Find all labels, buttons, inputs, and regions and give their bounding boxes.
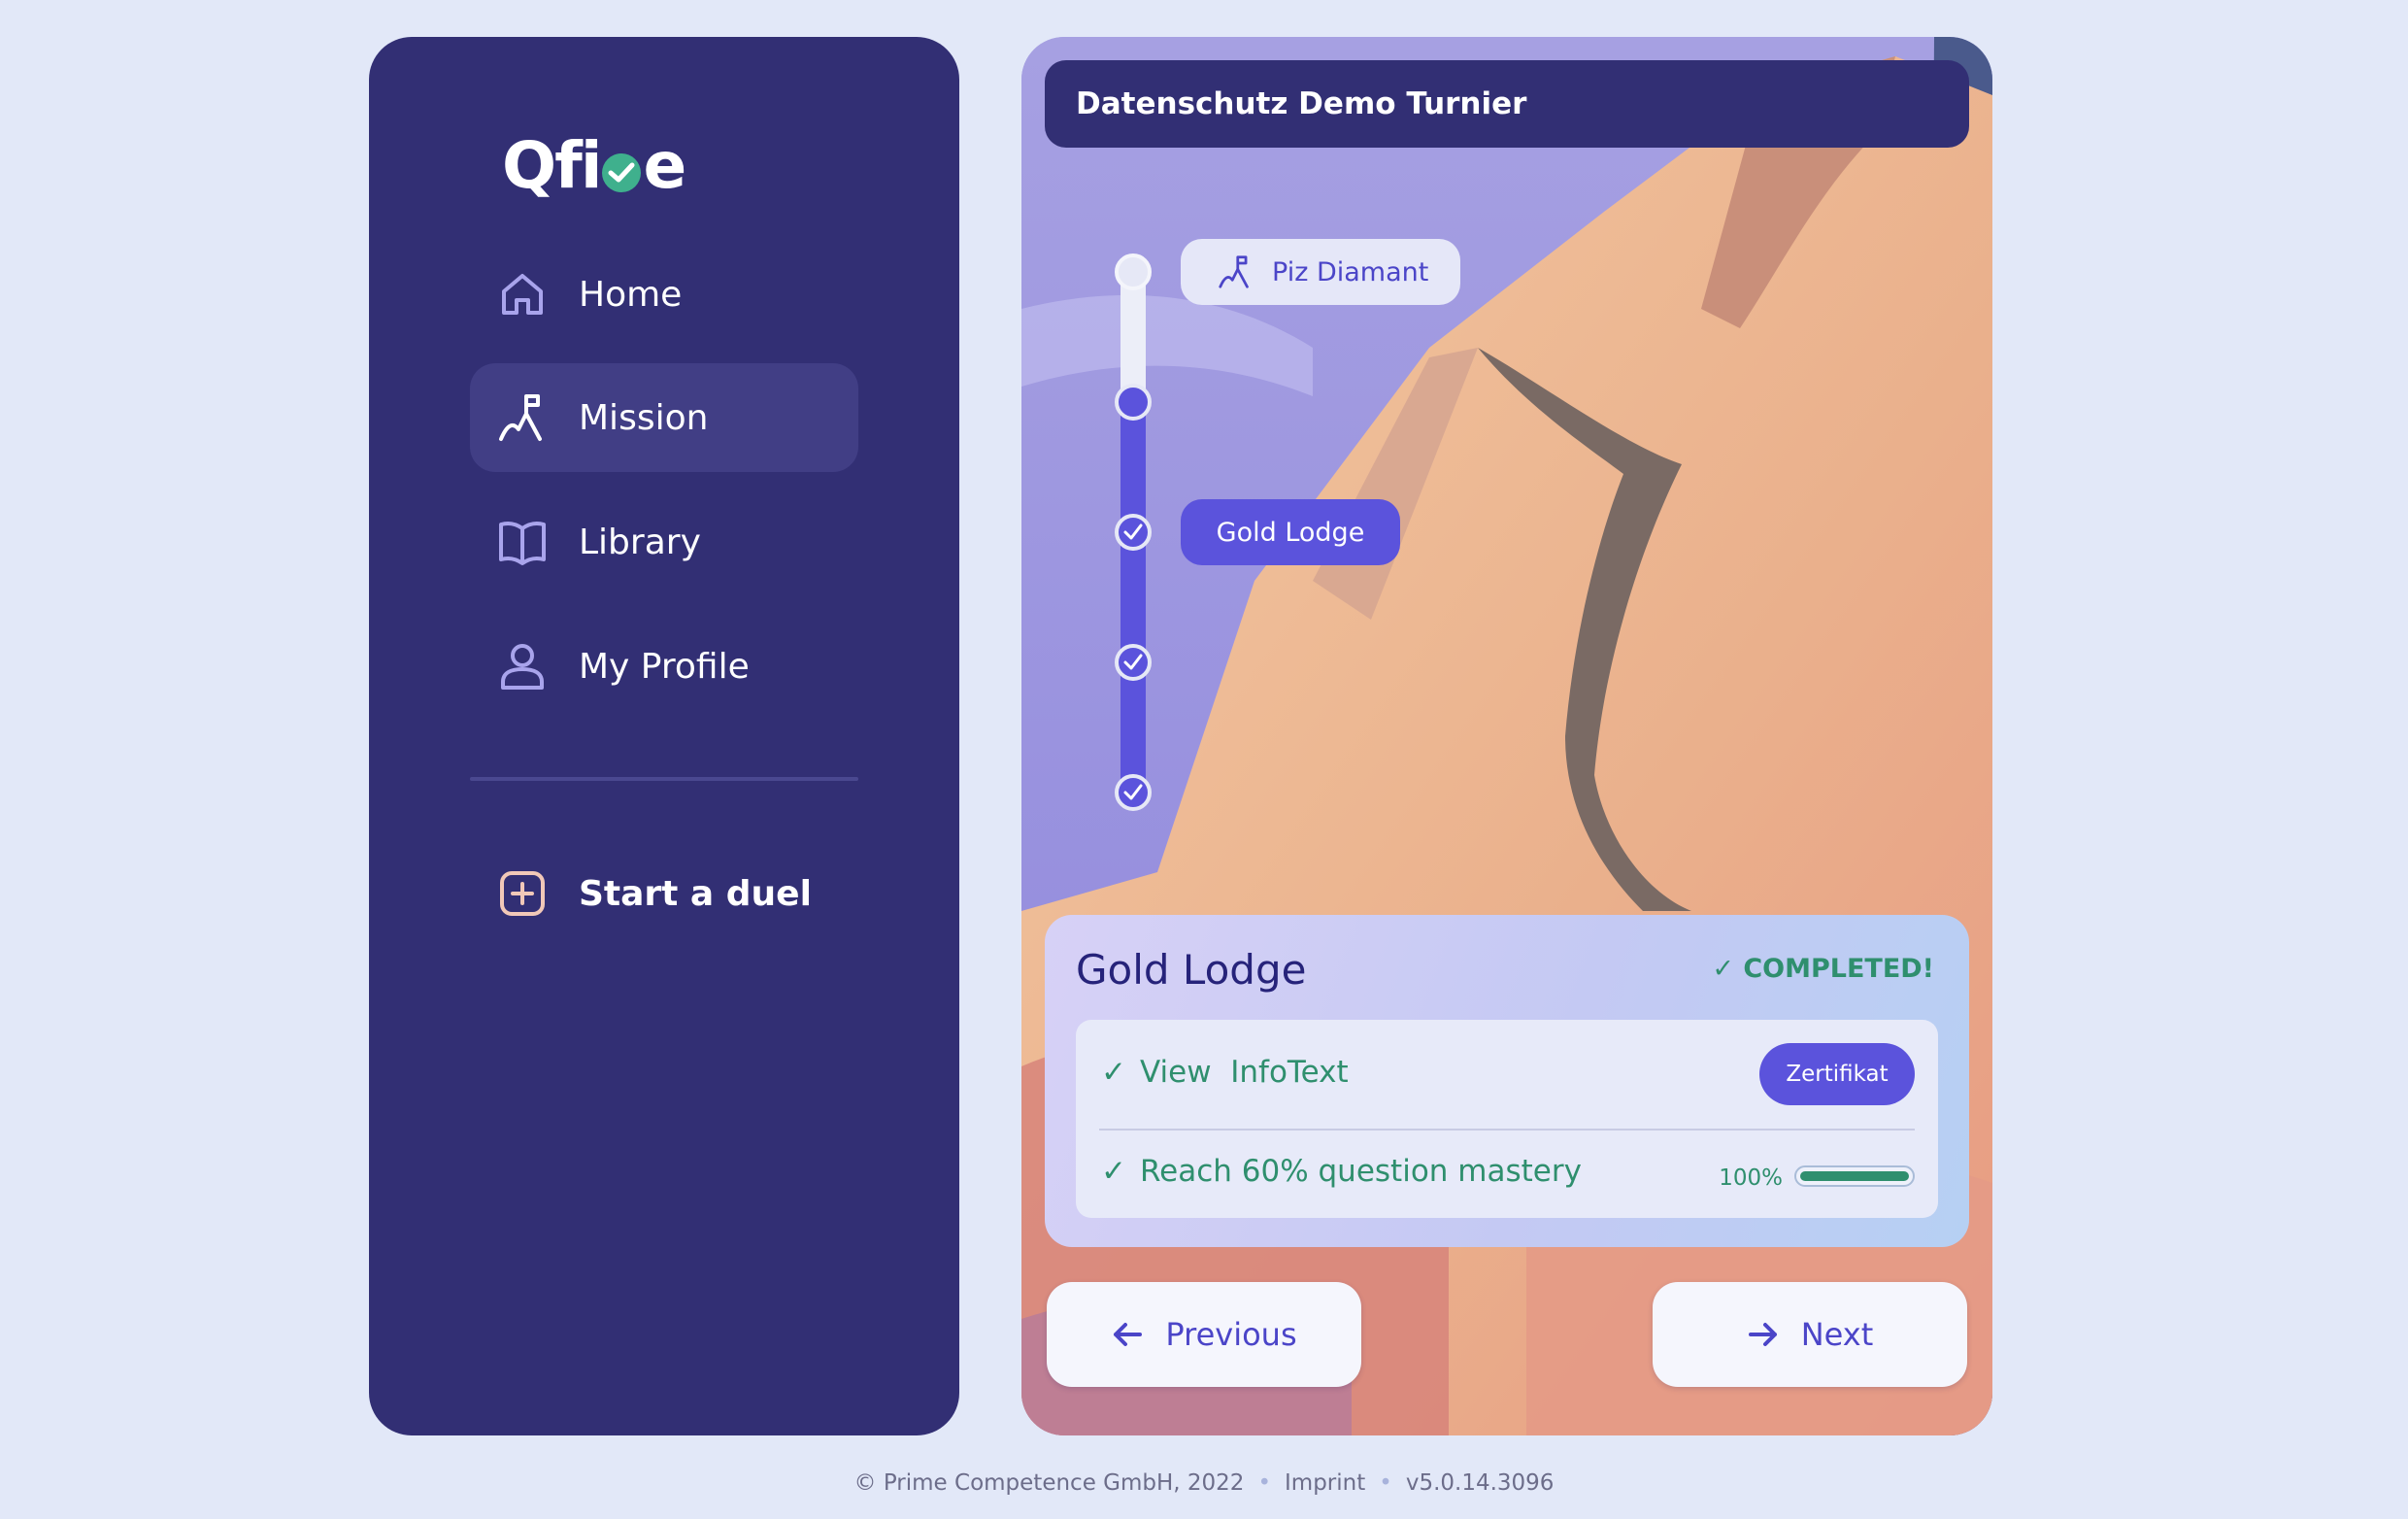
mission-flag-icon: [1219, 255, 1249, 288]
mastery-progress-bar: [1794, 1165, 1915, 1187]
check-icon: ✓: [1101, 1055, 1126, 1090]
requirement-infotext: ✓ View InfoText: [1101, 1055, 1349, 1090]
check-icon: [1123, 784, 1143, 800]
home-icon: [497, 269, 548, 320]
station-label: Piz Diamant: [1272, 256, 1429, 287]
imprint-link[interactable]: Imprint: [1285, 1470, 1365, 1496]
sidebar-item-mission[interactable]: Mission: [470, 363, 858, 472]
next-button[interactable]: Next: [1653, 1282, 1967, 1387]
next-label: Next: [1800, 1316, 1874, 1353]
sidebar-item-library[interactable]: Library: [470, 488, 858, 596]
sidebar-item-label: My Profile: [579, 646, 750, 687]
station-node-current[interactable]: [1115, 384, 1152, 421]
requirement-label: Reach 60% question mastery: [1139, 1154, 1582, 1189]
start-duel-button[interactable]: Start a duel: [470, 839, 858, 948]
station-node-gold-lodge[interactable]: [1115, 514, 1152, 551]
arrow-left-icon: [1114, 1323, 1143, 1346]
mastery-progress-fill: [1800, 1171, 1909, 1181]
requirement-mastery: ✓ Reach 60% question mastery: [1101, 1154, 1582, 1189]
sidebar-item-label: Library: [579, 522, 701, 562]
footer: © Prime Competence GmbH, 2022 • Imprint • v5…: [0, 1470, 2408, 1496]
progress-track-completed: [1120, 402, 1146, 794]
mission-panel: Datenschutz Demo Turnier Piz Diamant Gol…: [1021, 37, 1992, 1435]
sidebar-item-profile[interactable]: My Profile: [470, 612, 858, 721]
completed-status: ✓ COMPLETED!: [1712, 954, 1934, 984]
book-icon: [497, 517, 548, 567]
progress-track-upcoming: [1120, 272, 1146, 402]
sidebar-item-label: Mission: [579, 397, 709, 438]
logo-text-end: e: [643, 127, 686, 203]
check-icon: ✓: [1101, 1154, 1126, 1189]
separator-dot: •: [1379, 1470, 1392, 1496]
sidebar-item-home[interactable]: Home: [470, 240, 858, 349]
requirements-list: ✓ View InfoText Zertifikat ✓ Reach 60% que…: [1076, 1020, 1938, 1218]
station-label: Gold Lodge: [1216, 517, 1365, 548]
logo-text-start: Qfi: [502, 127, 602, 203]
tournament-title: Datenschutz Demo Turnier: [1076, 86, 1527, 121]
station-node-completed[interactable]: [1115, 774, 1152, 811]
station-piz-diamant[interactable]: Piz Diamant: [1181, 239, 1460, 305]
tournament-title-bar: Datenschutz Demo Turnier: [1045, 60, 1969, 148]
separator-dot: •: [1257, 1470, 1272, 1496]
sidebar: Qfi e Home Mission Library My Profile Sta…: [369, 37, 959, 1435]
check-icon: [1123, 523, 1143, 540]
certificate-button[interactable]: Zertifikat: [1759, 1043, 1915, 1105]
station-node-piz-diamant[interactable]: [1115, 253, 1152, 290]
previous-button[interactable]: Previous: [1047, 1282, 1361, 1387]
qfive-logo[interactable]: Qfi e: [502, 117, 686, 214]
user-icon: [497, 641, 548, 692]
check-icon: [1123, 654, 1143, 670]
mission-flag-icon: [497, 392, 548, 443]
copyright-text: © Prime Competence GmbH, 2022: [853, 1470, 1245, 1496]
arrow-right-icon: [1748, 1323, 1777, 1346]
plus-square-icon: [497, 868, 548, 919]
station-info-card: Gold Lodge ✓ COMPLETED! ✓ View InfoText Z…: [1045, 915, 1969, 1247]
sidebar-item-label: Home: [579, 274, 683, 315]
requirements-divider: [1099, 1129, 1915, 1131]
previous-label: Previous: [1165, 1316, 1297, 1353]
station-card-title: Gold Lodge: [1076, 946, 1307, 994]
mastery-percent: 100%: [1719, 1165, 1783, 1191]
station-node-completed[interactable]: [1115, 644, 1152, 681]
sidebar-divider: [470, 777, 858, 781]
requirement-label: View InfoText: [1139, 1055, 1349, 1090]
version-text: v5.0.14.3096: [1405, 1470, 1555, 1496]
start-duel-label: Start a duel: [579, 873, 812, 914]
station-gold-lodge[interactable]: Gold Lodge: [1181, 499, 1400, 565]
logo-check-icon: [602, 153, 642, 192]
